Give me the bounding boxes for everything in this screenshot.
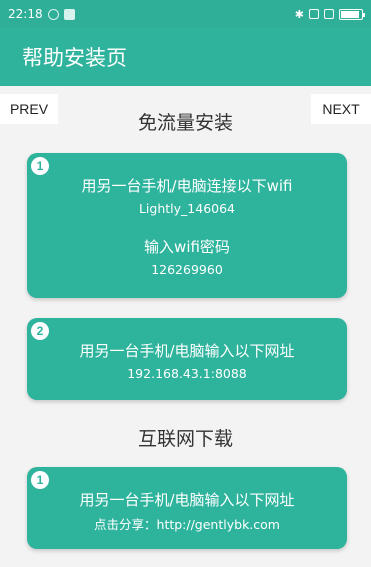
card-enter-address: 2 用另一台手机/电脑输入以下网址 192.168.43.1:8088 bbox=[27, 318, 347, 400]
page-content: PREV NEXT 免流量安装 1 用另一台手机/电脑连接以下wifi Ligh… bbox=[0, 86, 371, 567]
card-instruction: 用另一台手机/电脑输入以下网址 bbox=[79, 342, 295, 360]
card-instruction: 用另一台手机/电脑输入以下网址 bbox=[79, 491, 295, 509]
sim1-icon bbox=[309, 9, 319, 19]
status-right: ✱ bbox=[294, 7, 365, 21]
bluetooth-icon: ✱ bbox=[294, 7, 304, 21]
wifi-password: 126269960 bbox=[151, 262, 223, 277]
step-badge: 1 bbox=[31, 471, 49, 489]
password-label: 输入wifi密码 bbox=[144, 238, 230, 256]
section-title-offline: 免流量安装 bbox=[137, 112, 233, 134]
share-link[interactable]: 点击分享：http://gentlybk.com bbox=[27, 514, 347, 533]
app-bar: 帮助安装页 bbox=[0, 28, 371, 86]
card-internet-download: 1 用另一台手机/电脑输入以下网址 点击分享：http://gentlybk.c… bbox=[27, 467, 347, 549]
card-instruction: 用另一台手机/电脑连接以下wifi bbox=[81, 177, 293, 195]
local-address: 192.168.43.1:8088 bbox=[127, 366, 247, 381]
section-title-internet: 互联网下载 bbox=[137, 428, 233, 450]
status-time: 22:18 bbox=[8, 7, 43, 21]
step-badge: 1 bbox=[31, 157, 49, 175]
sim2-icon bbox=[324, 9, 334, 19]
card-connect-wifi: 1 用另一台手机/电脑连接以下wifi Lightly_146064 输入wif… bbox=[27, 153, 347, 298]
usb-icon bbox=[63, 8, 75, 20]
step-badge: 2 bbox=[31, 322, 49, 340]
battery-fill bbox=[341, 10, 359, 18]
battery-icon bbox=[339, 8, 365, 20]
page-title: 帮助安装页 bbox=[22, 46, 127, 70]
sync-icon bbox=[47, 8, 59, 20]
wifi-name: Lightly_146064 bbox=[138, 201, 236, 216]
status-left: 22:18 bbox=[8, 7, 75, 21]
status-bar: 22:18 ✱ bbox=[0, 0, 371, 28]
